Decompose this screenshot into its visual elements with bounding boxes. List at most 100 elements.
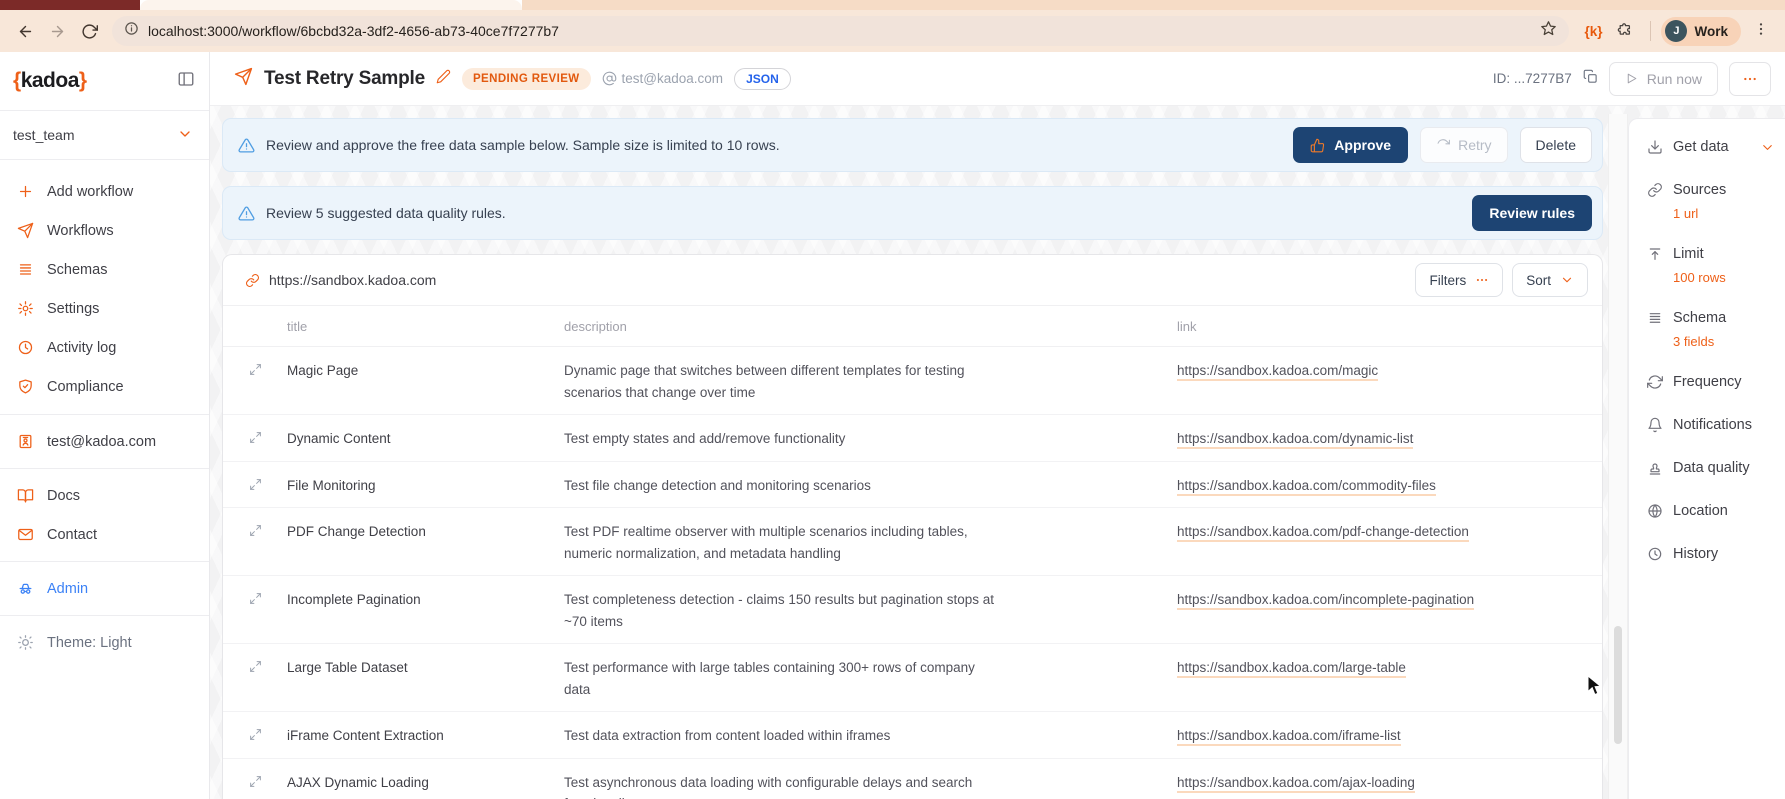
cell-link[interactable]: https://sandbox.kadoa.com/dynamic-list: [1177, 428, 1602, 450]
expand-row-icon[interactable]: [223, 657, 287, 673]
expand-row-icon[interactable]: [223, 428, 287, 444]
vertical-scrollbar[interactable]: [1608, 114, 1628, 799]
cell-link[interactable]: https://sandbox.kadoa.com/magic: [1177, 360, 1602, 382]
sidebar-item-contact[interactable]: Contact: [0, 515, 209, 554]
alert-triangle-icon: [238, 137, 255, 154]
sort-button[interactable]: Sort: [1512, 263, 1588, 297]
avatar: J: [1665, 20, 1687, 42]
copy-id-icon[interactable]: [1583, 69, 1598, 89]
table-row[interactable]: AJAX Dynamic Loading Test asynchronous d…: [223, 759, 1602, 799]
cell-link[interactable]: https://sandbox.kadoa.com/iframe-list: [1177, 725, 1602, 747]
retry-button[interactable]: Retry: [1420, 127, 1507, 163]
more-actions-button[interactable]: [1729, 62, 1771, 96]
team-selector[interactable]: test_team: [0, 111, 209, 160]
sidebar-item-docs[interactable]: Docs: [0, 476, 209, 515]
cell-link[interactable]: https://sandbox.kadoa.com/pdf-change-det…: [1177, 521, 1602, 543]
back-icon[interactable]: [10, 16, 40, 46]
tab-strip-background: [522, 0, 1785, 10]
panel-item-value: 100 rows: [1673, 268, 1775, 288]
run-now-button[interactable]: Run now: [1609, 62, 1718, 96]
browser-profile-chip[interactable]: J Work: [1661, 17, 1741, 46]
expand-row-icon[interactable]: [223, 725, 287, 741]
panel-item-notifications[interactable]: Notifications: [1647, 412, 1775, 438]
table-row[interactable]: Incomplete Pagination Test completeness …: [223, 576, 1602, 644]
table-row[interactable]: Large Table Dataset Test performance wit…: [223, 644, 1602, 712]
cell-description: Test empty states and add/remove functio…: [564, 428, 1014, 450]
expand-row-icon[interactable]: [223, 475, 287, 491]
sidebar-item-test-kadoa-com[interactable]: test@kadoa.com: [0, 422, 209, 461]
cell-link[interactable]: https://sandbox.kadoa.com/large-table: [1177, 657, 1602, 679]
expand-row-icon[interactable]: [223, 589, 287, 605]
panel-item-location[interactable]: Location: [1647, 498, 1775, 524]
sidebar-item-schemas[interactable]: Schemas: [0, 250, 209, 289]
cell-description: Test asynchronous data loading with conf…: [564, 772, 1014, 799]
panel-item-label: Sources: [1673, 182, 1726, 198]
window-frame-strip: [0, 0, 140, 10]
sidebar-nav: Add workflow Workflows Schemas Settings …: [0, 160, 209, 415]
extensions-puzzle-icon[interactable]: [1611, 20, 1640, 42]
address-bar[interactable]: localhost:3000/workflow/6bcbd32a-3df2-46…: [112, 16, 1569, 46]
expand-row-icon[interactable]: [223, 772, 287, 788]
sidebar-item-label: Docs: [47, 488, 80, 504]
sidebar-item-settings[interactable]: Settings: [0, 289, 209, 328]
stack-icon: [1647, 310, 1663, 326]
panel-item-schema[interactable]: Schema 3 fields: [1647, 305, 1775, 352]
panel-item-history[interactable]: History: [1647, 541, 1775, 567]
format-badge[interactable]: JSON: [734, 68, 791, 90]
panel-item-label: Frequency: [1673, 374, 1742, 390]
source-url[interactable]: https://sandbox.kadoa.com: [269, 272, 436, 288]
bookmark-star-icon[interactable]: [1540, 20, 1557, 42]
filters-button[interactable]: Filters: [1415, 263, 1503, 297]
mouse-cursor: [1587, 675, 1604, 697]
scrollbar-thumb[interactable]: [1614, 626, 1622, 744]
site-info-icon[interactable]: [124, 21, 139, 41]
link-icon: [1647, 182, 1663, 198]
globe-icon: [1647, 503, 1663, 519]
delete-button[interactable]: Delete: [1520, 127, 1592, 163]
mail-icon: [17, 526, 34, 543]
browser-menu-icon[interactable]: [1743, 21, 1775, 42]
panel-item-sources[interactable]: Sources 1 url: [1647, 177, 1775, 224]
expand-row-icon[interactable]: [223, 521, 287, 537]
table-row[interactable]: PDF Change Detection Test PDF realtime o…: [223, 508, 1602, 576]
cell-link[interactable]: https://sandbox.kadoa.com/ajax-loading: [1177, 772, 1602, 794]
collapse-sidebar-icon[interactable]: [177, 70, 195, 92]
sidebar-item-activity-log[interactable]: Activity log: [0, 328, 209, 367]
sidebar-account-section: test@kadoa.com: [0, 415, 209, 469]
panel-item-get-data[interactable]: Get data: [1647, 134, 1775, 160]
panel-item-data-quality[interactable]: Data quality: [1647, 455, 1775, 481]
panel-item-value: 3 fields: [1673, 332, 1775, 352]
url-text[interactable]: localhost:3000/workflow/6bcbd32a-3df2-46…: [148, 23, 1531, 39]
active-browser-tab[interactable]: [140, 0, 522, 10]
forward-icon[interactable]: [42, 16, 72, 46]
download-icon: [1647, 139, 1663, 155]
sidebar-item-admin[interactable]: Admin: [0, 569, 209, 608]
approve-button[interactable]: Approve: [1293, 127, 1408, 163]
cell-link[interactable]: https://sandbox.kadoa.com/incomplete-pag…: [1177, 589, 1602, 611]
play-icon: [1625, 72, 1638, 85]
sidebar-item-label: Schemas: [47, 262, 107, 278]
panel-item-frequency[interactable]: Frequency: [1647, 369, 1775, 395]
cell-title: iFrame Content Extraction: [287, 725, 564, 747]
browser-tab-strip: [0, 0, 1785, 10]
sidebar-item-compliance[interactable]: Compliance: [0, 367, 209, 406]
rules-review-banner: Review 5 suggested data quality rules. R…: [222, 186, 1603, 240]
reload-icon[interactable]: [74, 16, 104, 46]
table-row[interactable]: iFrame Content Extraction Test data extr…: [223, 712, 1602, 759]
expand-row-icon[interactable]: [223, 360, 287, 376]
sidebar-item-theme-light[interactable]: Theme: Light: [0, 623, 209, 662]
table-body: Magic Page Dynamic page that switches be…: [223, 347, 1602, 799]
table-row[interactable]: File Monitoring Test file change detecti…: [223, 462, 1602, 509]
kadoa-extension-icon[interactable]: {k}: [1577, 24, 1609, 39]
edit-title-icon[interactable]: [436, 69, 451, 89]
sidebar-item-workflows[interactable]: Workflows: [0, 211, 209, 250]
table-row[interactable]: Magic Page Dynamic page that switches be…: [223, 347, 1602, 415]
panel-item-limit[interactable]: Limit 100 rows: [1647, 241, 1775, 288]
sidebar-item-label: Add workflow: [47, 184, 133, 200]
cell-link[interactable]: https://sandbox.kadoa.com/commodity-file…: [1177, 475, 1602, 497]
sidebar-logo-row: {kadoa}: [0, 52, 209, 111]
review-rules-button[interactable]: Review rules: [1472, 195, 1592, 231]
sidebar-item-add-workflow[interactable]: Add workflow: [0, 172, 209, 211]
table-row[interactable]: Dynamic Content Test empty states and ad…: [223, 415, 1602, 462]
rocket-icon: [17, 222, 34, 239]
